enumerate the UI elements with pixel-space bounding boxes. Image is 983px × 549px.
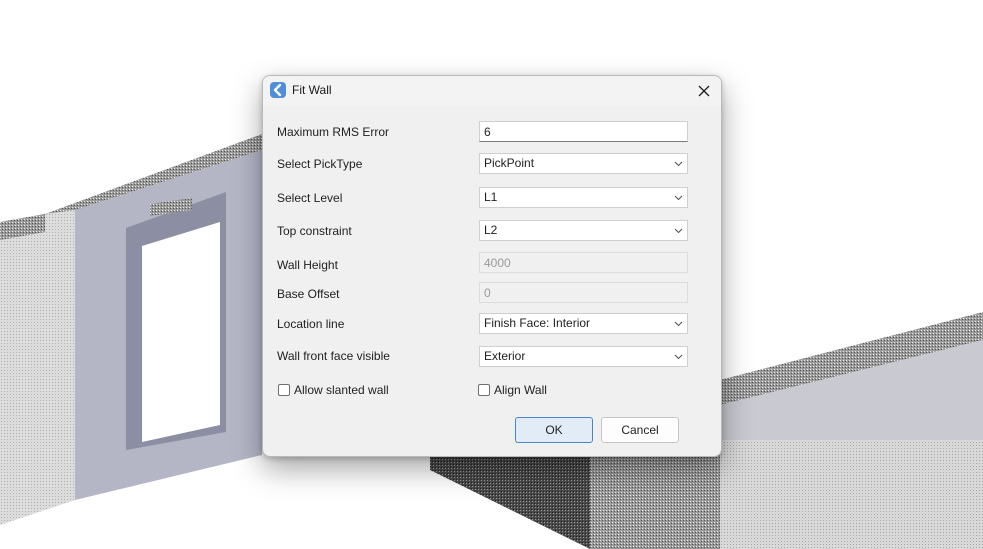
fit-wall-app-icon — [270, 82, 286, 98]
allow-slanted-label: Allow slanted wall — [294, 383, 389, 397]
location-line-label: Location line — [277, 317, 345, 331]
level-select[interactable]: L1 — [479, 187, 688, 208]
top-constraint-value: L2 — [484, 223, 498, 237]
close-button[interactable] — [693, 80, 715, 102]
location-line-value: Finish Face: Interior — [484, 316, 591, 330]
align-wall-label: Align Wall — [494, 383, 547, 397]
max-rms-input[interactable] — [479, 121, 688, 142]
base-offset-label: Base Offset — [277, 287, 340, 301]
cancel-button[interactable]: Cancel — [601, 417, 679, 443]
chevron-down-icon — [674, 354, 683, 360]
front-face-select[interactable]: Exterior — [479, 346, 688, 367]
align-wall-checkbox[interactable]: Align Wall — [478, 383, 598, 399]
allow-slanted-wall-checkbox[interactable]: Allow slanted wall — [278, 383, 428, 399]
pick-type-select[interactable]: PickPoint — [479, 153, 688, 174]
level-value: L1 — [484, 190, 498, 204]
wall-height-input — [479, 252, 688, 273]
level-label: Select Level — [277, 191, 343, 205]
pick-type-value: PickPoint — [484, 156, 535, 170]
allow-slanted-box[interactable] — [278, 384, 290, 396]
chevron-down-icon — [674, 321, 683, 327]
chevron-down-icon — [674, 161, 683, 167]
dialog-titlebar[interactable]: Fit Wall — [263, 76, 721, 106]
max-rms-label: Maximum RMS Error — [277, 125, 390, 139]
ok-button[interactable]: OK — [515, 417, 593, 443]
dialog-title: Fit Wall — [292, 83, 332, 97]
fit-wall-dialog: Fit Wall Maximum RMS Error Select PickTy… — [262, 75, 722, 457]
align-wall-box[interactable] — [478, 384, 490, 396]
pick-type-label: Select PickType — [277, 157, 363, 171]
chevron-down-icon — [674, 228, 683, 234]
front-face-label: Wall front face visible — [277, 349, 390, 363]
chevron-down-icon — [674, 195, 683, 201]
close-icon — [698, 85, 710, 97]
front-face-value: Exterior — [484, 349, 526, 363]
base-offset-input — [479, 282, 688, 303]
top-constraint-select[interactable]: L2 — [479, 220, 688, 241]
wall-height-label: Wall Height — [277, 258, 338, 272]
location-line-select[interactable]: Finish Face: Interior — [479, 313, 688, 334]
top-constraint-label: Top constraint — [277, 224, 352, 238]
